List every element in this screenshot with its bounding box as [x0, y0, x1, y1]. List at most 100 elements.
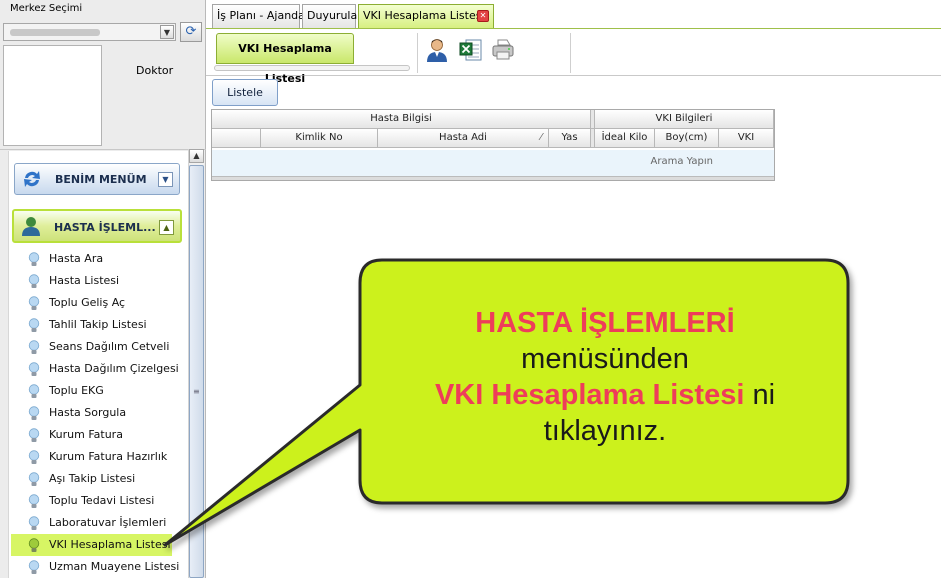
menu-item-hasta-dagilim-cizelgesi[interactable]: Hasta Dağılım Çizelgesi	[9, 358, 187, 380]
left-panel: Merkez Seçimi ▼ ⟳ Doktor BENİM MENÜM ▼ H…	[0, 0, 206, 578]
refresh-arrows-icon	[24, 171, 40, 187]
menu-item-toplu-ekg[interactable]: Toplu EKG	[9, 380, 187, 402]
tab-is-plani-ajanda[interactable]: İş Planı - Ajanda	[212, 4, 305, 29]
user-icon[interactable]	[424, 37, 450, 63]
bulb-icon	[28, 538, 40, 552]
menu-item-label: Hasta Ara	[49, 252, 104, 265]
column-header-hasta-adi[interactable]: Hasta Adi ⁄	[378, 129, 549, 148]
callout-line3-rest: ni	[744, 379, 776, 411]
refresh-button[interactable]: ⟳	[180, 22, 202, 42]
bulb-icon	[28, 318, 40, 332]
menu-item-asi-takip-listesi[interactable]: Aşı Takip Listesi	[9, 468, 187, 490]
menu-item-label: Hasta Dağılım Çizelgesi	[49, 362, 179, 375]
column-header-ideal-kilo[interactable]: İdeal Kilo	[595, 129, 655, 148]
menu-list: Hasta Ara Hasta Listesi Toplu Geliş Aç T…	[9, 248, 187, 578]
bulb-icon	[28, 560, 40, 574]
chevron-down-icon[interactable]: ▼	[160, 25, 174, 39]
grid-empty-row: Arama Yapın	[212, 150, 774, 176]
callout-line4: tıklayınız.	[543, 415, 667, 447]
menu-item-laboratuvar-islemleri[interactable]: Laboratuvar İşlemleri	[9, 512, 187, 534]
grip-icon: ≡	[193, 387, 200, 396]
group-header-hasta-bilgisi: Hasta Bilgisi	[212, 110, 591, 129]
refresh-icon: ⟳	[185, 24, 197, 39]
menu-item-label: Kurum Fatura	[49, 428, 123, 441]
group-header-vki-bilgileri: VKI Bilgileri	[595, 110, 774, 129]
patient-icon	[22, 217, 40, 236]
column-header-vki[interactable]: VKI	[719, 129, 774, 148]
bulb-icon	[28, 340, 40, 354]
menu-item-label: VKI Hesaplama Listesi	[49, 538, 171, 551]
menu-item-label: Hasta Listesi	[49, 274, 120, 287]
tab-label: VKI Hesaplama Listesi	[363, 9, 485, 22]
scroll-up-icon[interactable]: ▲	[189, 149, 204, 163]
menu-item-label: Toplu EKG	[49, 384, 104, 397]
menu-item-label: Seans Dağılım Cetveli	[49, 340, 170, 353]
toolbar-separator	[417, 33, 418, 73]
tab-vki-hesaplama-listesi[interactable]: VKI Hesaplama Listesi ✕	[358, 4, 494, 29]
menu-item-label: Hasta Sorgula	[49, 406, 127, 419]
menu-item-label: Aşı Takip Listesi	[49, 472, 136, 485]
divider	[0, 149, 206, 150]
menu-item-uzman-muayene-listesi[interactable]: Uzman Muayene Listesi	[9, 556, 187, 578]
excel-export-icon[interactable]	[458, 37, 484, 63]
menu-item-toplu-gelis-ac[interactable]: Toplu Geliş Aç	[9, 292, 187, 314]
column-header-label: Hasta Adi	[439, 132, 487, 143]
tab-label: Duyurular	[307, 9, 362, 22]
menu-item-kurum-fatura[interactable]: Kurum Fatura	[9, 424, 187, 446]
menu-item-seans-dagilim-cetveli[interactable]: Seans Dağılım Cetveli	[9, 336, 187, 358]
menu-item-hasta-sorgula[interactable]: Hasta Sorgula	[9, 402, 187, 424]
close-icon[interactable]: ✕	[477, 10, 489, 22]
sort-icon[interactable]: ⁄	[540, 129, 542, 147]
printer-icon[interactable]	[490, 37, 516, 63]
bulb-icon	[28, 252, 40, 266]
benim-menum-header[interactable]: BENİM MENÜM ▼	[14, 163, 180, 195]
subtab-vki-hesaplama-listesi[interactable]: VKI Hesaplama Listesi	[216, 33, 354, 85]
merkez-select-value-blurred	[10, 29, 100, 36]
toolbar: VKI Hesaplama Listesi	[206, 29, 941, 85]
menu-item-label: Toplu Tedavi Listesi	[49, 494, 155, 507]
listele-button[interactable]: Listele	[212, 79, 278, 106]
menu-item-label: Uzman Muayene Listesi	[49, 560, 180, 573]
chevron-down-icon[interactable]: ▼	[158, 172, 173, 187]
hasta-islemleri-header[interactable]: HASTA İŞLEML... ▲	[12, 209, 182, 243]
menu-item-label: Laboratuvar İşlemleri	[49, 516, 167, 529]
bulb-icon	[28, 296, 40, 310]
menu-item-hasta-listesi[interactable]: Hasta Listesi	[9, 270, 187, 292]
subtab-scroll-track[interactable]	[214, 65, 410, 71]
menu-item-hasta-ara[interactable]: Hasta Ara	[9, 248, 187, 270]
callout-text: HASTA İŞLEMLERİ menüsünden VKI Hesaplama…	[362, 305, 848, 449]
bulb-icon	[28, 362, 40, 376]
menu-item-kurum-fatura-hazirlik[interactable]: Kurum Fatura Hazırlık	[9, 446, 187, 468]
bulb-icon	[28, 274, 40, 288]
doctor-photo	[3, 45, 102, 146]
doctor-label: Doktor	[136, 64, 174, 77]
column-header-blank	[212, 129, 261, 148]
bulb-icon	[28, 472, 40, 486]
bulb-icon	[28, 516, 40, 530]
menu-scrollbar[interactable]: ▲ ≡	[188, 149, 204, 578]
menu-item-label: Tahlil Takip Listesi	[49, 318, 147, 331]
callout-line1: HASTA İŞLEMLERİ	[475, 307, 735, 339]
bulb-icon	[28, 494, 40, 508]
menu-item-tahlil-takip-listesi[interactable]: Tahlil Takip Listesi	[9, 314, 187, 336]
menu-item-vki-hesaplama-listesi[interactable]: VKI Hesaplama Listesi	[11, 534, 172, 556]
column-header-kimlik-no[interactable]: Kimlik No	[261, 129, 378, 148]
bulb-icon	[28, 428, 40, 442]
tab-duyurular[interactable]: Duyurular	[302, 4, 362, 29]
chevron-up-icon[interactable]: ▲	[159, 220, 174, 235]
menu-area: BENİM MENÜM ▼ HASTA İŞLEML... ▲ Hasta Ar…	[8, 151, 188, 578]
callout-line2: menüsünden	[521, 343, 689, 375]
menu-item-label: Kurum Fatura Hazırlık	[49, 450, 168, 463]
callout-line3-highlight: VKI Hesaplama Listesi	[434, 379, 745, 411]
grid-horizontal-scrollbar[interactable]	[212, 176, 774, 180]
column-header-yas[interactable]: Yas	[549, 129, 591, 148]
scroll-thumb[interactable]: ≡	[189, 165, 204, 578]
menu-item-toplu-tedavi-listesi[interactable]: Toplu Tedavi Listesi	[9, 490, 187, 512]
bulb-icon	[28, 406, 40, 420]
hasta-islemleri-label: HASTA İŞLEML...	[54, 221, 156, 234]
grid-empty-text: Arama Yapın	[650, 156, 713, 167]
benim-menum-label: BENİM MENÜM	[55, 173, 147, 186]
column-header-boy[interactable]: Boy(cm)	[655, 129, 719, 148]
merkez-label: Merkez Seçimi	[10, 3, 83, 14]
merkez-select[interactable]: ▼	[3, 23, 176, 41]
